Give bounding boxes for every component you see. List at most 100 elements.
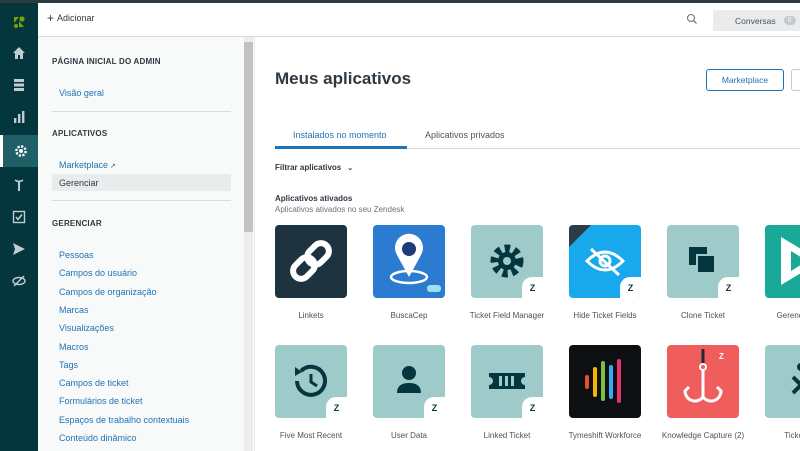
zendesk-badge-icon: Z [718,277,739,298]
sidebar-item-contextual-workspaces[interactable]: Espaços de trabalho contextuais [59,415,189,425]
home-icon[interactable] [0,37,38,69]
map-pin-icon [389,233,441,292]
app-card[interactable]: Z Ticket Field Manager [453,225,545,345]
views-icon[interactable] [0,69,38,101]
app-name: Ticket Re [784,431,800,440]
sidebar-item-ticket-forms[interactable]: Formulários de ticket [59,396,143,406]
app-tile: Z [667,225,739,298]
sidebar-item-dynamic-content[interactable]: Conteúdo dinâmico [59,433,137,443]
section-apps: APLICATIVOS [52,129,108,138]
app-tile [765,345,800,418]
app-card[interactable]: Linkets [257,225,349,345]
checklist-icon[interactable] [0,201,38,233]
sidebar-item-tags[interactable]: Tags [59,360,78,370]
conversations-count-badge: 0 [783,16,796,25]
svg-text:Z: Z [719,352,724,361]
app-name: Linked Ticket [483,431,531,440]
sidebar-divider [52,111,231,112]
zendesk-badge-icon: Z [326,397,347,418]
sidebar-item-manage[interactable]: Gerenciar [52,174,231,191]
app-name: Clone Ticket [680,311,726,320]
zendesk-logo-icon[interactable] [0,6,38,38]
more-button[interactable] [791,69,800,91]
sidebar-item-people[interactable]: Pessoas [59,250,94,260]
app-card[interactable]: Z Five Most Recent [257,345,349,451]
app-card[interactable]: Gerencie Tick [747,225,800,345]
search-icon[interactable] [686,13,698,25]
filter-apps-dropdown[interactable]: Filtrar aplicativos ⌄ [275,163,353,172]
app-tile: Z [471,225,543,298]
app-tile [765,225,800,298]
play-icon [781,237,800,285]
app-name: BuscaCep [390,311,428,320]
app-name: User Data [390,431,427,440]
top-bar: + Adicionar Conversas 0 [38,3,800,37]
app-tile: Z [569,225,641,298]
sidebar-item-marketplace[interactable]: Marketplace ↗ [59,160,116,170]
app-tile: Z [373,345,445,418]
sidebar-item-marketplace-label: Marketplace [59,160,109,170]
sidebar-item-views[interactable]: Visualizações [59,323,114,333]
app-name: Linkets [298,311,324,320]
add-button-label: Adicionar [57,13,95,23]
chain-link-icon [290,240,332,282]
sidebar-divider [52,200,231,201]
admin-sidebar: PÁGINA INICIAL DO ADMIN Visão geral APLI… [38,37,255,451]
app-card[interactable]: Z Clone Ticket [649,225,741,345]
marketplace-button[interactable]: Marketplace [706,69,784,91]
sidebar-item-brands[interactable]: Marcas [59,305,89,315]
conversations-label: Conversas [735,15,776,26]
sidebar-scroll-thumb[interactable] [244,42,253,232]
main-content: Meus aplicativos Marketplace Instalados … [255,37,800,451]
app-tile: Z [275,345,347,418]
send-icon[interactable] [0,233,38,265]
antenna-icon[interactable] [0,169,38,201]
sidebar-item-org-fields[interactable]: Campos de organização [59,287,157,297]
app-tile [569,345,641,418]
app-card[interactable]: Z Knowledge Capture (2) [649,345,744,451]
external-link-icon: ↗ [110,163,116,170]
enabled-apps-subtitle: Aplicativos ativados no seu Zendesk [275,205,405,214]
app-card[interactable]: Z User Data [355,345,447,451]
app-name: Ticket Field Manager [469,311,545,320]
chevron-down-icon: ⌄ [347,164,354,172]
bars-icon [585,359,621,403]
sidebar-item-ticket-fields[interactable]: Campos de ticket [59,378,129,388]
zendesk-badge-icon: Z [620,277,641,298]
app-tile: Z [667,345,739,418]
app-tile [275,225,347,298]
reports-icon[interactable] [0,101,38,133]
app-card[interactable]: BuscaCep [355,225,447,345]
add-button[interactable]: + Adicionar [47,10,95,25]
sidebar-item-overview[interactable]: Visão geral [59,88,104,98]
app-name: Gerencie Tick [776,311,800,320]
sidebar-item-user-fields[interactable]: Campos do usuário [59,268,137,278]
product-rail [0,3,38,451]
section-admin-home: PÁGINA INICIAL DO ADMIN [52,57,161,66]
section-manage: GERENCIAR [52,219,102,228]
app-card[interactable]: Z Linked Ticket [453,345,545,451]
filter-apps-label: Filtrar aplicativos [275,163,342,172]
app-name: Five Most Recent [279,431,343,440]
page-title: Meus aplicativos [275,69,412,88]
app-card[interactable]: Tymeshift Workforce [551,345,643,451]
plus-icon: + [47,10,55,25]
tab-private-apps[interactable]: Aplicativos privados [425,130,505,140]
zendesk-badge-icon: Z [522,277,543,298]
app-tile [373,225,445,298]
app-card[interactable]: Z Hide Ticket Fields [551,225,643,345]
sidebar-item-macros[interactable]: Macros [59,342,89,352]
hook-icon: Z [683,349,724,403]
app-name: Tymeshift Workforce [568,431,642,440]
conversations-button[interactable]: Conversas 0 [713,10,800,31]
tab-active-indicator [275,146,407,149]
close-icon [791,363,800,395]
app-card[interactable]: Ticket Re [747,345,800,451]
tab-installed[interactable]: Instalados no momento [293,130,387,140]
zendesk-badge-icon: Z [522,397,543,418]
app-name: Hide Ticket Fields [573,311,637,320]
admin-gear-icon[interactable] [0,135,38,167]
app-name: Knowledge Capture (2) [661,431,745,440]
zendesk-badge-icon: Z [424,397,445,418]
eye-off-icon[interactable] [0,265,38,297]
